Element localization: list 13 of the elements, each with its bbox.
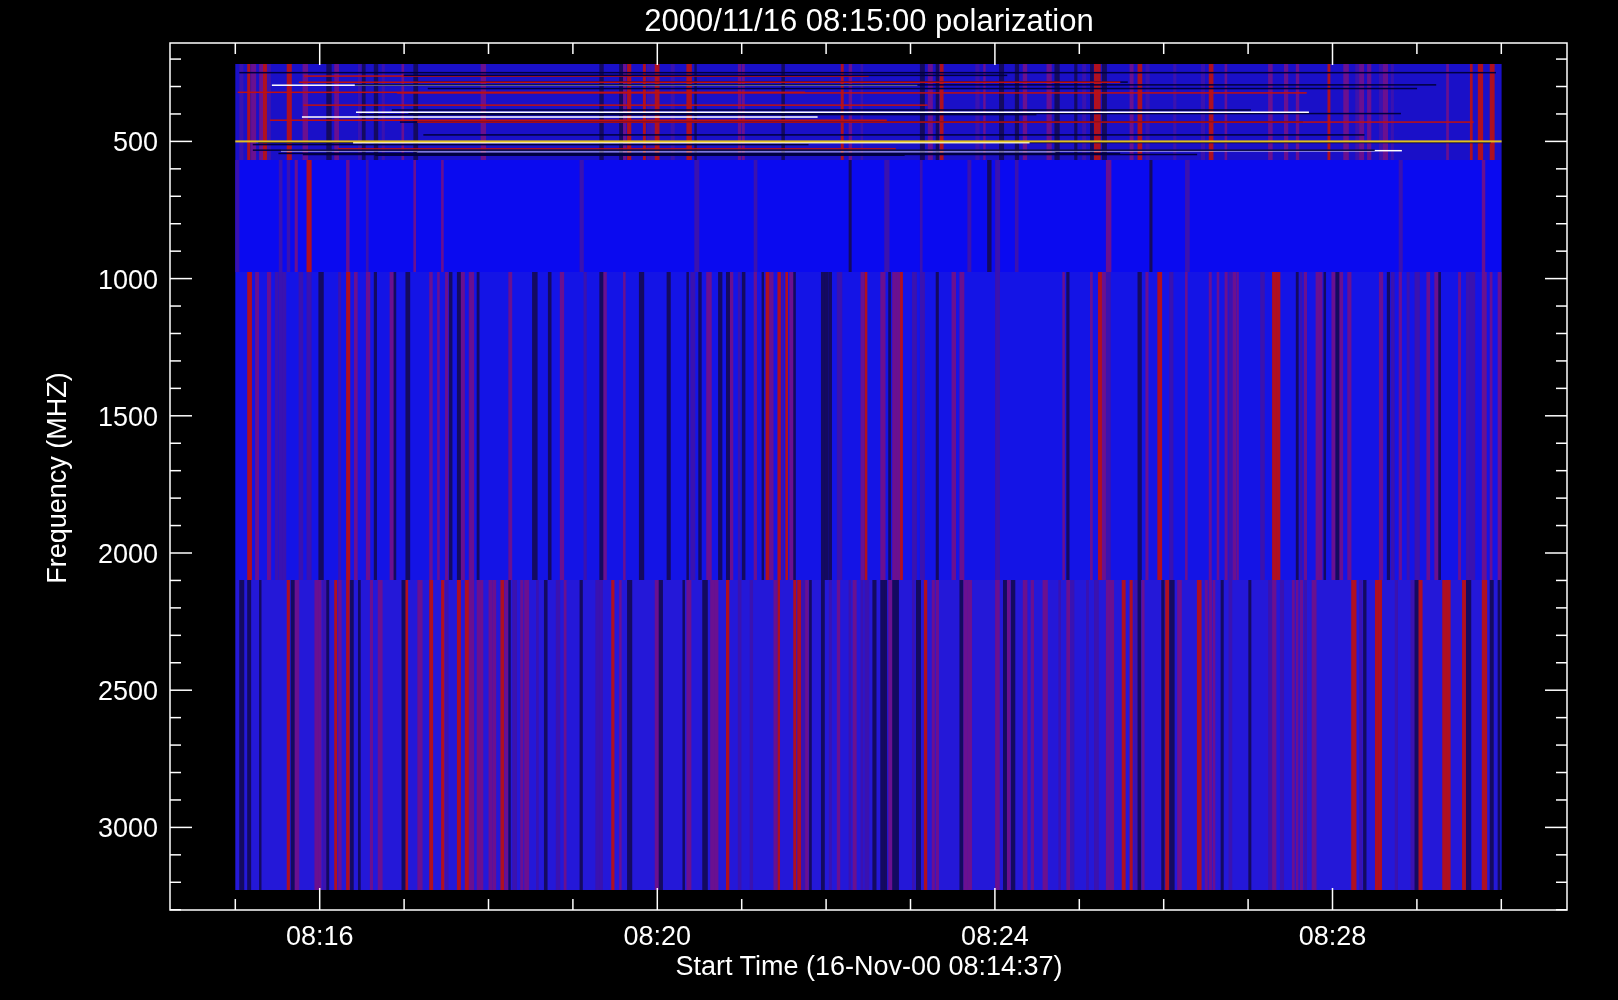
x-tick-label: 08:28 [1298,921,1367,951]
x-axis-label: Start Time (16-Nov-00 08:14:37) [675,951,1063,981]
x-tick-label: 08:24 [961,921,1029,951]
y-tick-label: 1000 [97,264,158,295]
y-tick-label: 2500 [97,676,158,707]
y-tick-label: 500 [112,127,158,158]
x-tick-label: 08:16 [285,921,354,951]
y-tick-label: 2000 [97,539,158,569]
y-axis-label: Frequency (MHZ) [42,372,72,584]
chart-title: 2000/11/16 08:15:00 polarization [644,3,1094,38]
y-tick-label: 3000 [97,813,158,844]
y-tick-label: 1500 [97,401,158,432]
x-tick-label: 08:20 [623,921,692,951]
